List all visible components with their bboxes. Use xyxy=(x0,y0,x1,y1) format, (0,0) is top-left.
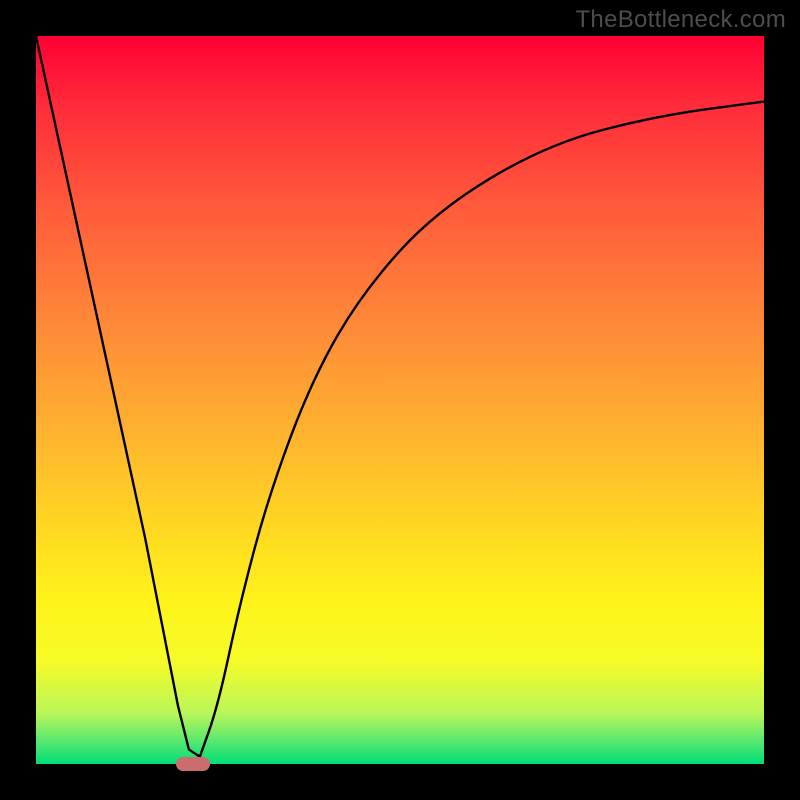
bottleneck-curve xyxy=(36,36,764,764)
ideal-point-marker xyxy=(176,757,210,771)
watermark-text: TheBottleneck.com xyxy=(575,6,786,34)
plot-area xyxy=(36,36,764,764)
chart-frame: TheBottleneck.com xyxy=(0,0,800,800)
